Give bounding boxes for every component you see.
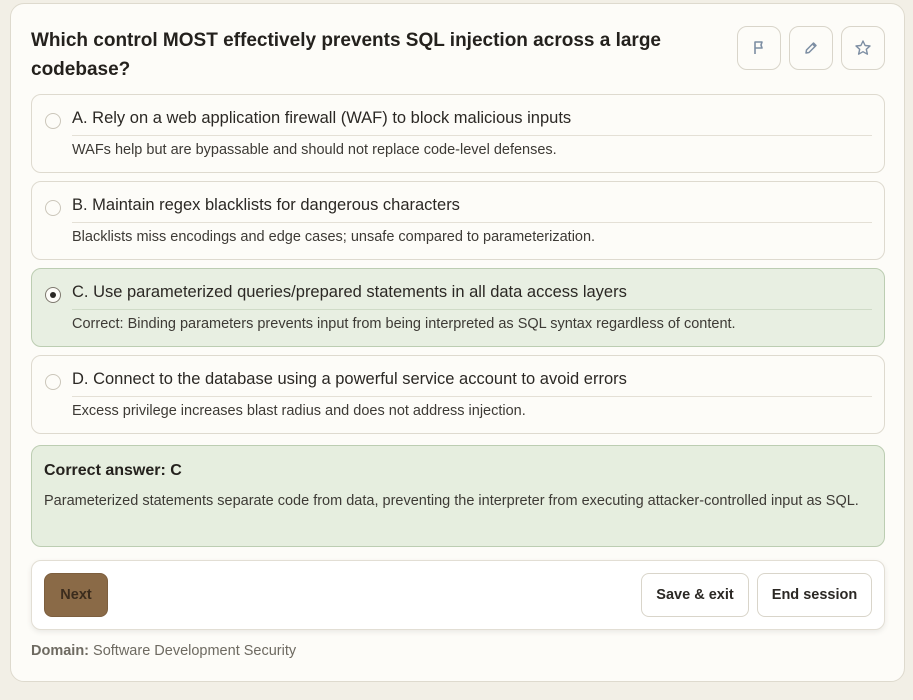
action-bar: Next Save & exit End session: [31, 560, 885, 630]
question-text: Which control MOST effectively prevents …: [31, 30, 661, 80]
option-d[interactable]: D. Connect to the database using a power…: [31, 355, 885, 434]
radio-button[interactable]: [45, 113, 61, 129]
option-label: B. Maintain regex blacklists for dangero…: [72, 196, 460, 214]
correct-answer-explanation: Parameterized statements separate code f…: [44, 493, 859, 509]
option-explanation: Correct: Binding parameters prevents inp…: [72, 316, 736, 332]
radio-button[interactable]: [45, 374, 61, 390]
option-a[interactable]: A. Rely on a web application firewall (W…: [31, 94, 885, 173]
option-explanation: WAFs help but are bypassable and should …: [72, 142, 557, 158]
flag-button[interactable]: [737, 26, 781, 70]
correct-answer-title: Correct answer: C: [44, 462, 182, 479]
end-session-button[interactable]: End session: [757, 573, 872, 617]
correct-answer-panel: Correct answer: C Parameterized statemen…: [31, 445, 885, 547]
pencil-icon: [805, 42, 817, 54]
option-label: C. Use parameterized queries/prepared st…: [72, 283, 627, 301]
star-button[interactable]: [841, 26, 885, 70]
radio-button-selected[interactable]: [45, 287, 61, 303]
divider: [72, 309, 872, 310]
domain-value: Software Development Security: [93, 643, 297, 659]
divider: [72, 222, 872, 223]
domain-label: Domain:: [31, 643, 89, 659]
radio-dot: [49, 291, 56, 298]
edit-button[interactable]: [789, 26, 833, 70]
domain-line: Domain: Software Development Security: [31, 643, 296, 659]
flag-icon: [754, 41, 763, 54]
divider: [72, 396, 872, 397]
question-card: Which control MOST effectively prevents …: [10, 3, 905, 682]
option-explanation: Blacklists miss encodings and edge cases…: [72, 229, 596, 245]
option-label: D. Connect to the database using a power…: [72, 370, 627, 388]
next-button[interactable]: Next: [44, 573, 108, 617]
radio-button[interactable]: [45, 200, 61, 216]
save-exit-button[interactable]: Save & exit: [641, 573, 749, 617]
option-c[interactable]: C. Use parameterized queries/prepared st…: [31, 268, 885, 347]
option-b[interactable]: B. Maintain regex blacklists for dangero…: [31, 181, 885, 260]
option-label: A. Rely on a web application firewall (W…: [72, 109, 572, 127]
divider: [72, 135, 872, 136]
option-explanation: Excess privilege increases blast radius …: [72, 403, 526, 419]
star-icon: [855, 40, 871, 55]
